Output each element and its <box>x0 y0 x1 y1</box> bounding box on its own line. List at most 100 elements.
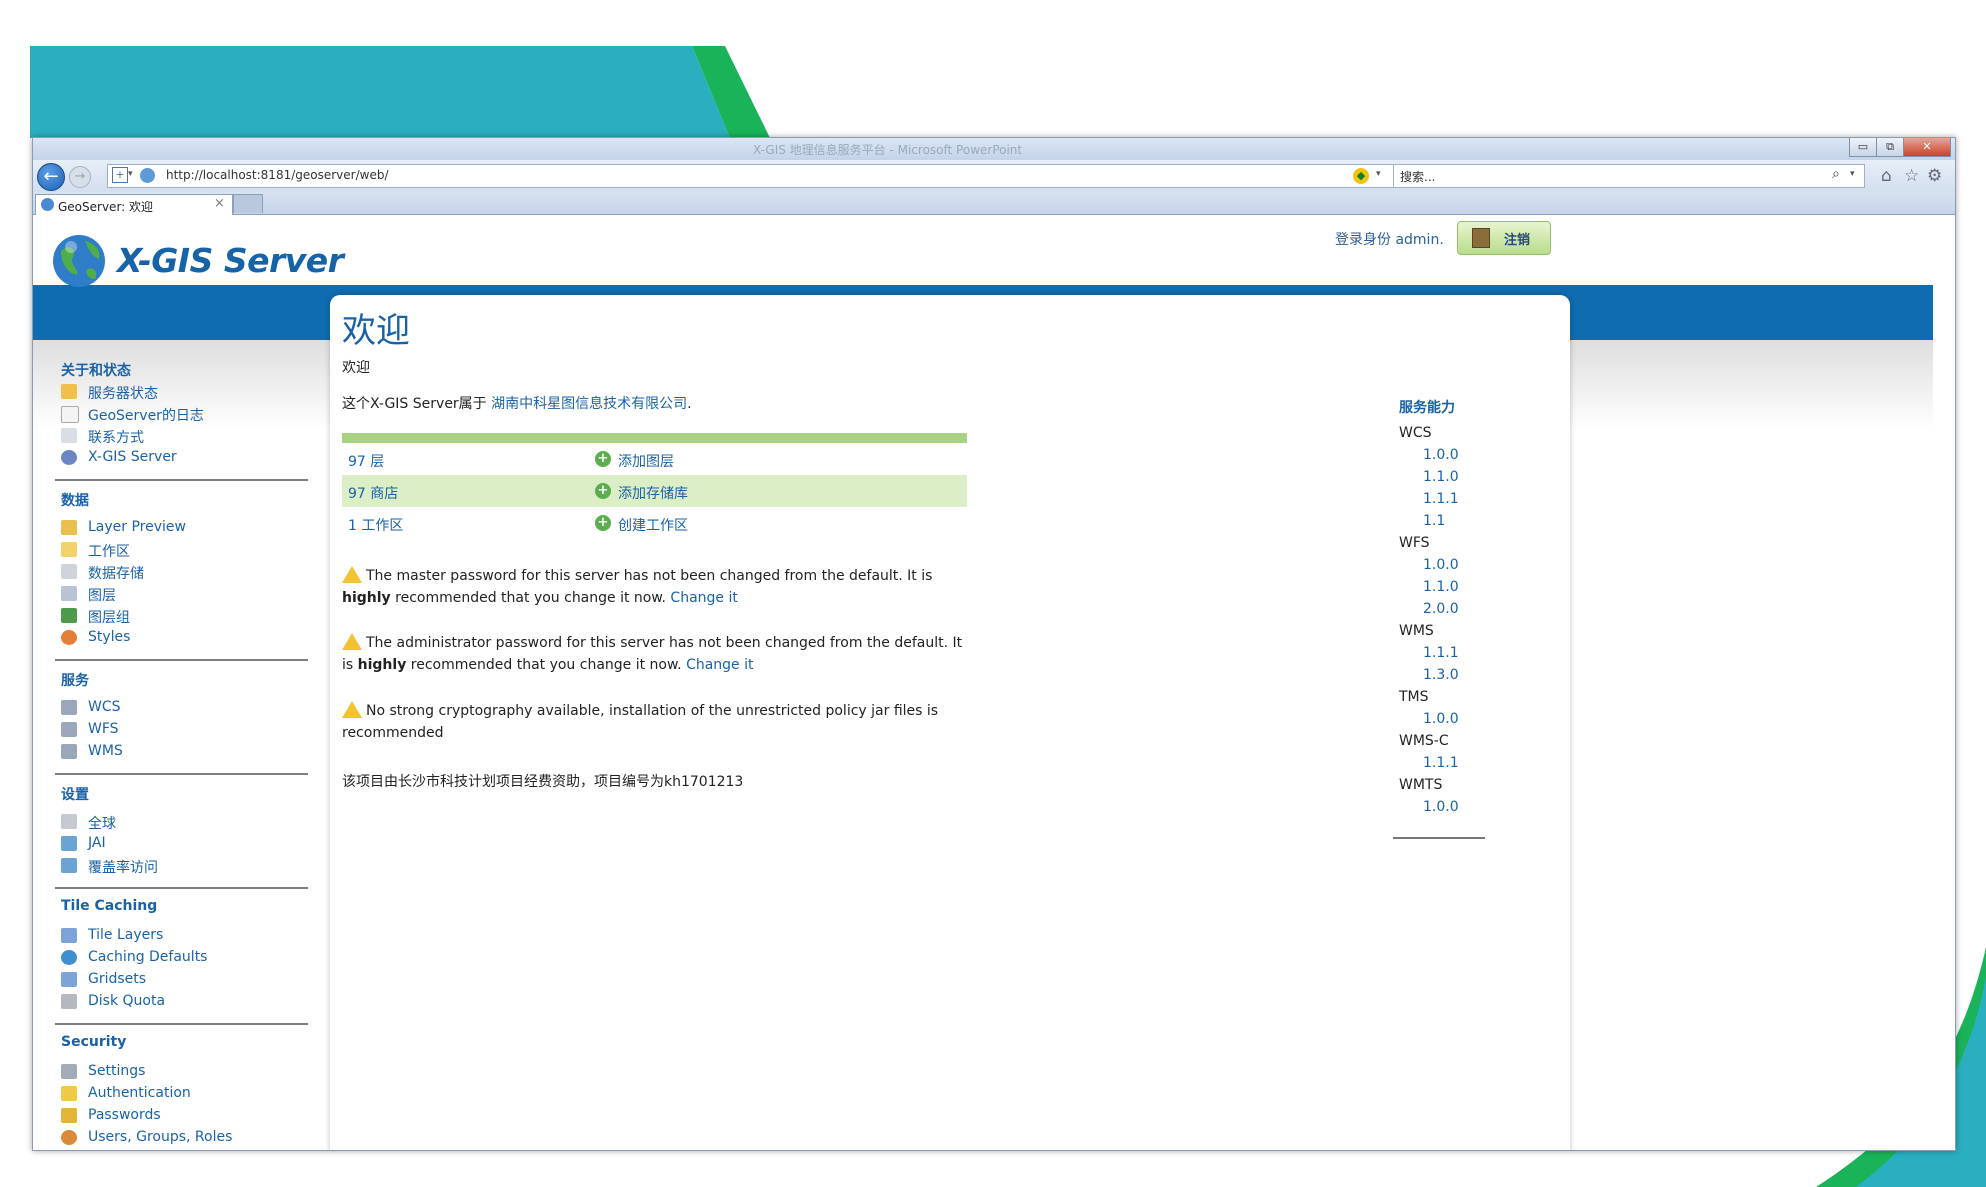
wmts-version-link[interactable]: 1.0.0 <box>1423 799 1459 815</box>
jai-icon <box>61 836 77 851</box>
warning-icon <box>342 566 362 583</box>
welcome-text: 欢迎 <box>342 360 370 376</box>
store-count-link[interactable]: 97 商店 <box>348 483 398 503</box>
logout-label: 注销 <box>1504 233 1531 248</box>
warning-text: No strong cryptography available, instal… <box>342 703 939 741</box>
funding-note: 该项目由长沙市科技计划项目经费资助，项目编号为kh1701213 <box>342 774 744 790</box>
wcs-version-link[interactable]: 1.0.0 <box>1423 447 1459 463</box>
tms-version-link[interactable]: 1.0.0 <box>1423 711 1459 727</box>
table-row: 1 工作区 + 创建工作区 <box>342 507 967 539</box>
warning-text: The master password for this server has … <box>366 568 933 584</box>
sidebar-divider <box>55 887 308 889</box>
sidebar-item-label: GeoServer的日志 <box>88 408 204 424</box>
page-title: 欢迎 <box>342 311 410 351</box>
about-icon <box>61 450 77 465</box>
wms-version-link[interactable]: 1.3.0 <box>1423 667 1459 683</box>
change-admin-password-link[interactable]: Change it <box>686 657 753 673</box>
new-tab-button[interactable] <box>233 194 263 213</box>
chevron-down-icon[interactable]: ▾ <box>1376 169 1381 179</box>
create-workspace-link[interactable]: 创建工作区 <box>618 515 688 535</box>
search-input[interactable]: 搜索... <box>1400 168 1435 185</box>
capabilities-divider <box>1393 837 1485 839</box>
chevron-down-icon[interactable]: ▾ <box>128 169 133 179</box>
wms-icon <box>61 744 77 759</box>
wfs-version-link[interactable]: 1.1.0 <box>1423 579 1459 595</box>
owner-prefix: 这个X-GIS Server属于 <box>342 396 492 412</box>
wcs-icon <box>61 700 77 715</box>
disk-quota-icon <box>61 994 77 1009</box>
search-icon[interactable]: ⌕ <box>1832 166 1840 182</box>
sidebar-item-label: Users, Groups, Roles <box>88 1129 233 1145</box>
close-window-button[interactable]: ✕ <box>1903 138 1951 157</box>
global-settings-icon <box>61 814 77 829</box>
wcs-version-link[interactable]: 1.1 <box>1423 513 1445 529</box>
add-site-icon[interactable]: + <box>112 167 128 183</box>
sidebar-section-title: 设置 <box>61 787 89 803</box>
service-name: TMS <box>1399 689 1429 705</box>
forward-button[interactable]: → <box>69 166 91 188</box>
sidebar-item-label: Caching Defaults <box>88 949 208 965</box>
owner-link[interactable]: 湖南中科星图信息技术有限公司 <box>491 396 687 412</box>
add-store-link[interactable]: 添加存储库 <box>618 483 688 503</box>
sidebar-item-label: Tile Layers <box>88 927 164 943</box>
capabilities-title: 服务能力 <box>1399 400 1455 416</box>
owner-suffix: . <box>687 396 692 412</box>
sidebar-item-label: 服务器状态 <box>88 386 158 402</box>
address-bar[interactable]: + ▾ http://localhost:8181/geoserver/web/… <box>107 164 1409 188</box>
sidebar-divider <box>55 773 308 775</box>
caching-defaults-icon <box>61 950 77 965</box>
service-name: WCS <box>1399 425 1432 441</box>
compatibility-view-icon[interactable]: ◆ <box>1353 168 1369 184</box>
sidebar-item-label: Authentication <box>88 1085 191 1101</box>
settings-icon <box>61 1064 77 1079</box>
sidebar-divider <box>55 659 308 661</box>
wfs-version-link[interactable]: 1.0.0 <box>1423 557 1459 573</box>
chevron-down-icon[interactable]: ▾ <box>1850 169 1855 179</box>
layer-count-link[interactable]: 97 层 <box>348 451 384 471</box>
gridsets-icon <box>61 972 77 987</box>
sidebar-section-title: Security <box>61 1034 127 1050</box>
address-toolbar: ← → + ▾ http://localhost:8181/geoserver/… <box>33 160 1955 193</box>
warning-text: recommended that you change it now. <box>390 590 671 606</box>
tab-geoserver-welcome[interactable]: GeoServer: 欢迎 × <box>35 194 233 215</box>
url-text: http://localhost:8181/geoserver/web/ <box>166 168 389 182</box>
wcs-version-link[interactable]: 1.1.0 <box>1423 469 1459 485</box>
add-icon[interactable]: + <box>595 515 611 531</box>
wfs-icon <box>61 722 77 737</box>
wms-version-link[interactable]: 1.1.1 <box>1423 645 1459 661</box>
minimize-button[interactable]: ▭ <box>1849 138 1877 157</box>
wcs-version-link[interactable]: 1.1.1 <box>1423 491 1459 507</box>
sidebar-item-label: X-GIS Server <box>88 449 177 465</box>
back-button[interactable]: ← <box>37 163 65 191</box>
table-row: 97 商店 + 添加存储库 <box>342 475 967 507</box>
add-icon[interactable]: + <box>595 483 611 499</box>
wms-c-version-link[interactable]: 1.1.1 <box>1423 755 1459 771</box>
sidebar-item-label: Settings <box>88 1063 146 1079</box>
restore-button[interactable]: ⧉ <box>1876 138 1904 157</box>
change-master-password-link[interactable]: Change it <box>670 590 737 606</box>
gear-icon[interactable]: ⚙ <box>1927 166 1942 186</box>
search-box[interactable]: 搜索... ⌕ ▾ <box>1393 164 1865 188</box>
service-name: WMS <box>1399 623 1434 639</box>
window-titlebar: X-GIS 地理信息服务平台 - Microsoft PowerPoint ▭ … <box>33 138 1955 160</box>
sidebar-item-label: 图层组 <box>88 610 130 626</box>
sidebar-section-title: 关于和状态 <box>61 363 131 379</box>
layer-icon <box>61 586 77 601</box>
logout-button[interactable]: 注销 <box>1457 221 1551 255</box>
workspace-count-link[interactable]: 1 工作区 <box>348 515 403 535</box>
site-favicon-icon <box>140 168 155 183</box>
favorites-star-icon[interactable]: ☆ <box>1904 166 1919 186</box>
contact-icon <box>61 428 77 443</box>
tab-close-icon[interactable]: × <box>214 196 225 211</box>
browser-window: X-GIS 地理信息服务平台 - Microsoft PowerPoint ▭ … <box>32 137 1956 1151</box>
add-icon[interactable]: + <box>595 451 611 467</box>
sidebar-item-label: JAI <box>88 835 106 851</box>
wfs-version-link[interactable]: 2.0.0 <box>1423 601 1459 617</box>
add-layer-link[interactable]: 添加图层 <box>618 451 674 471</box>
sidebar-item-label: WMS <box>88 743 123 759</box>
sidebar-section-title: Tile Caching <box>61 898 158 914</box>
sidebar: 关于和状态 服务器状态 GeoServer的日志 联系方式 X-GIS Serv… <box>53 340 313 1150</box>
home-icon[interactable]: ⌂ <box>1881 166 1892 186</box>
sidebar-item-label: 联系方式 <box>88 430 144 446</box>
globe-logo-icon <box>53 235 105 287</box>
